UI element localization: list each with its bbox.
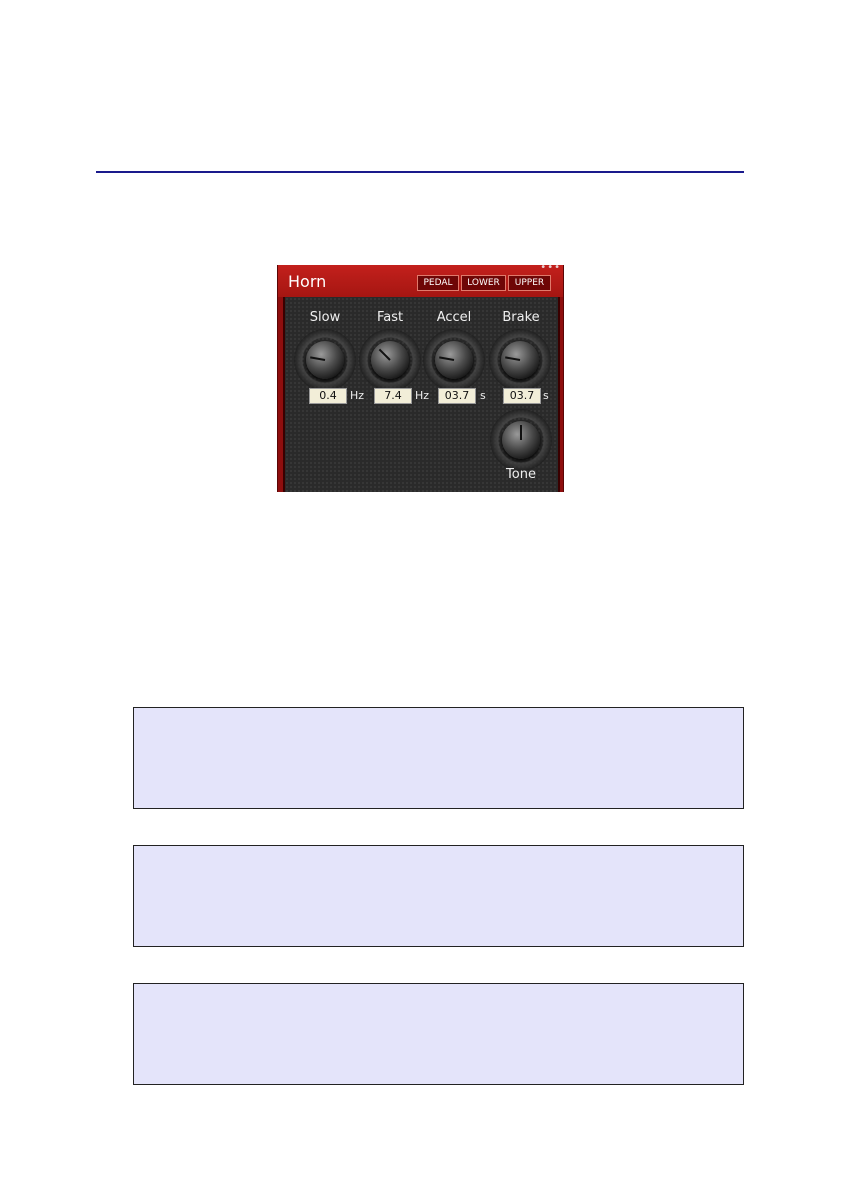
knob-pointer-icon: [310, 356, 326, 361]
info-box-2: [133, 845, 744, 947]
slow-knob-wrap: [294, 329, 356, 391]
horn-panel: Horn ••• PEDAL LOWER UPPER Slow 0.4 Hz F…: [277, 265, 564, 492]
fast-knob-wrap: [359, 329, 421, 391]
slow-knob[interactable]: [306, 341, 344, 379]
knob-pointer-icon: [505, 356, 521, 361]
accel-knob[interactable]: [435, 341, 473, 379]
accel-value[interactable]: 03.7: [438, 388, 476, 404]
brake-value[interactable]: 03.7: [503, 388, 541, 404]
knob-pointer-icon: [378, 348, 391, 361]
accel-label: Accel: [436, 310, 472, 325]
knob-pointer-icon: [439, 356, 455, 361]
brake-knob-wrap: [489, 329, 551, 391]
tone-knob-wrap: [490, 409, 552, 471]
brake-knob[interactable]: [501, 341, 539, 379]
tone-knob[interactable]: [502, 421, 540, 459]
accel-unit: s: [480, 389, 486, 402]
menu-dots-icon[interactable]: •••: [540, 265, 561, 273]
accel-knob-wrap: [423, 329, 485, 391]
slow-value[interactable]: 0.4: [309, 388, 347, 404]
panel-titlebar: Horn ••• PEDAL LOWER UPPER: [278, 265, 563, 297]
slow-label: Slow: [309, 310, 341, 325]
knob-pointer-icon: [520, 425, 522, 440]
upper-button[interactable]: UPPER: [508, 275, 551, 291]
panel-body: Slow 0.4 Hz Fast 7.4 Hz Accel 03.7 s Bra…: [283, 297, 560, 492]
fast-knob[interactable]: [371, 341, 409, 379]
info-box-1: [133, 707, 744, 809]
fast-value[interactable]: 7.4: [374, 388, 412, 404]
pedal-button[interactable]: PEDAL: [417, 275, 459, 291]
tone-label: Tone: [506, 467, 536, 482]
brake-unit: s: [543, 389, 549, 402]
horizontal-rule: [96, 171, 744, 173]
lower-button[interactable]: LOWER: [461, 275, 506, 291]
panel-title: Horn: [288, 272, 327, 291]
brake-label: Brake: [502, 310, 540, 325]
fast-label: Fast: [376, 310, 404, 325]
info-box-3: [133, 983, 744, 1085]
